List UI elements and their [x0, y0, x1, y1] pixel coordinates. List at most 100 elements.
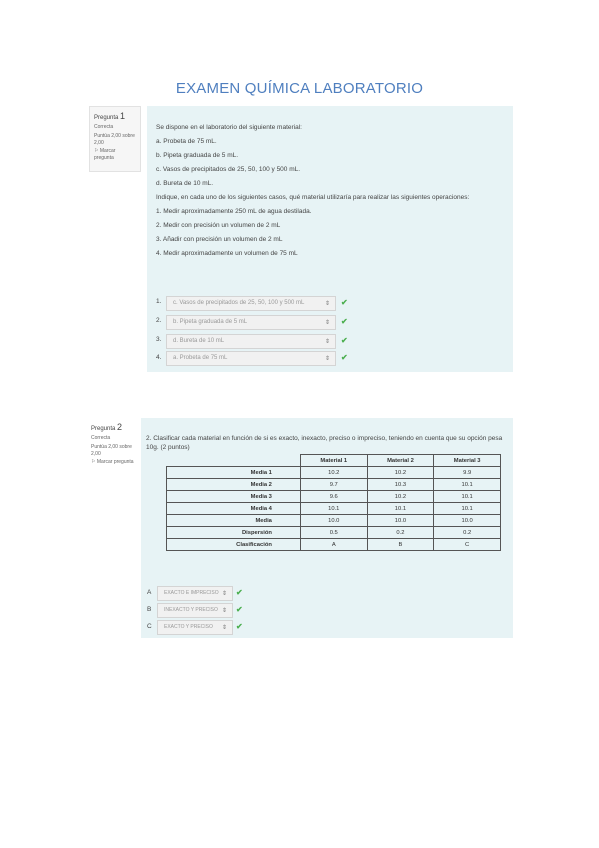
table-cell: A: [299, 538, 368, 551]
row-label: Dispersión: [166, 526, 301, 539]
table-header-cell: [166, 454, 301, 467]
q1-text-line: a. Probeta de 75 mL.: [156, 138, 217, 145]
table-row: Media 10.0 10.0 10.0: [166, 514, 501, 527]
chevron-updown-icon: ⇕: [324, 356, 330, 362]
question-label: Pregunta: [94, 115, 119, 121]
check-icon: ✔: [236, 605, 243, 614]
table-row: Media 1 10.2 10.2 9.9: [166, 466, 501, 479]
answer-select-value: c. Vasos de precipitados de 25, 50, 100 …: [173, 300, 305, 306]
table-cell: 10.1: [366, 502, 435, 515]
answer-select-value: EXACTO E IMPRECISO: [164, 590, 219, 596]
q1-text-line: c. Vasos de precipitados de 25, 50, 100 …: [156, 166, 301, 173]
flag-question-link[interactable]: ⚐ Marcar pregunta: [94, 148, 136, 162]
table-header-cell: Material 1: [299, 454, 368, 467]
table-cell: C: [433, 538, 501, 551]
answer-select[interactable]: EXACTO Y PRECISO ⇕: [157, 620, 233, 635]
question-1-number: Pregunta 1: [94, 110, 136, 122]
answer-letter: A: [147, 589, 152, 596]
answer-number: 3.: [156, 336, 162, 343]
table-cell: 10.2: [299, 466, 368, 479]
chevron-updown-icon: ⇕: [221, 591, 227, 597]
table-cell: 10.0: [366, 514, 435, 527]
question-2-number: Pregunta 2: [91, 421, 135, 433]
answer-select[interactable]: d. Bureta de 10 mL ⇕: [166, 334, 336, 349]
answer-select-value: EXACTO Y PRECISO: [164, 624, 213, 630]
q1-text-line: 1. Medir aproximadamente 250 mL de agua …: [156, 208, 312, 215]
answer-number: 4.: [156, 354, 162, 361]
answer-select[interactable]: a. Probeta de 75 mL ⇕: [166, 351, 336, 366]
table-cell: 10.1: [433, 478, 501, 491]
q1-text-line: Indique, en cada uno de los siguientes c…: [156, 194, 470, 201]
answer-select-value: d. Bureta de 10 mL: [173, 338, 225, 344]
table-cell: 10.0: [299, 514, 368, 527]
table-cell: 10.0: [433, 514, 501, 527]
flag-icon: ⚐: [94, 148, 99, 155]
question-label: Pregunta: [91, 426, 116, 432]
table-header-cell: Material 3: [433, 454, 501, 467]
flag-label: Marcar pregunta: [96, 459, 134, 466]
table-cell: 0.2: [366, 526, 435, 539]
question-2-info: Pregunta 2 Correcta Puntúa 2,00 sobre 2,…: [87, 418, 139, 478]
row-label: Media 3: [166, 490, 301, 503]
chevron-updown-icon: ⇕: [324, 320, 330, 326]
question-score: Puntúa 2,00 sobre 2,00: [94, 132, 135, 146]
question-num: 1: [120, 111, 126, 121]
answer-select-value: b. Pipeta graduada de 5 mL: [173, 319, 248, 325]
q1-text-line: d. Bureta de 10 mL.: [156, 180, 214, 187]
q1-text-line: 2. Medir con precisión un volumen de 2 m…: [156, 222, 281, 229]
chevron-updown-icon: ⇕: [324, 339, 330, 345]
question-num: 2: [117, 422, 123, 432]
table-cell: 10.3: [366, 478, 435, 491]
row-label: Media 4: [166, 502, 301, 515]
answer-number: 1.: [156, 298, 162, 305]
row-label: Clasificación: [166, 538, 301, 551]
table-cell: 9.9: [433, 466, 501, 479]
flag-icon: ⚐: [91, 459, 96, 466]
question-state: Correcta: [94, 124, 114, 131]
check-icon: ✔: [341, 336, 348, 345]
answer-select[interactable]: EXACTO E IMPRECISO ⇕: [157, 586, 233, 601]
answer-select-value: a. Probeta de 75 mL: [173, 355, 228, 361]
table-cell: 9.7: [299, 478, 368, 491]
table-cell: 10.2: [366, 466, 435, 479]
table-cell: 0.5: [299, 526, 368, 539]
question-score: Puntúa 2,00 sobre 2,00: [91, 443, 132, 457]
answer-letter: B: [147, 606, 152, 613]
table-cell: 10.1: [433, 502, 501, 515]
check-icon: ✔: [341, 317, 348, 326]
check-icon: ✔: [341, 353, 348, 362]
table-cell: 10.1: [299, 502, 368, 515]
check-icon: ✔: [236, 622, 243, 631]
check-icon: ✔: [341, 298, 348, 307]
row-label: Media 1: [166, 466, 301, 479]
table-header-cell: Material 2: [366, 454, 435, 467]
answer-select[interactable]: b. Pipeta graduada de 5 mL ⇕: [166, 315, 336, 330]
q1-text-line: Se dispone en el laboratorio del siguien…: [156, 124, 302, 131]
answer-select-value: INEXACTO Y PRECISO: [164, 607, 218, 613]
table-cell: 9.6: [299, 490, 368, 503]
flag-label: Marcar pregunta: [94, 148, 116, 162]
table-cell: B: [366, 538, 435, 551]
q1-text-line: 4. Medir aproximadamente un volumen de 7…: [156, 250, 298, 257]
check-icon: ✔: [236, 588, 243, 597]
chevron-updown-icon: ⇕: [221, 625, 227, 631]
table-cell: 0.2: [433, 526, 501, 539]
q1-text-line: b. Pipeta graduada de 5 mL.: [156, 152, 239, 159]
table-row: Media 3 9.6 10.2 10.1: [166, 490, 501, 503]
chevron-updown-icon: ⇕: [221, 608, 227, 614]
row-label: Media: [166, 514, 301, 527]
answer-number: 2.: [156, 317, 162, 324]
question-state: Correcta: [91, 435, 111, 442]
answer-select[interactable]: INEXACTO Y PRECISO ⇕: [157, 603, 233, 618]
materials-table: Material 1 Material 2 Material 3 Media 1…: [166, 454, 501, 551]
table-row: Clasificación A B C: [166, 538, 501, 551]
answer-select[interactable]: c. Vasos de precipitados de 25, 50, 100 …: [166, 296, 336, 311]
chevron-updown-icon: ⇕: [324, 301, 330, 307]
flag-question-link[interactable]: ⚐ Marcar pregunta: [91, 459, 135, 466]
table-row: Media 2 9.7 10.3 10.1: [166, 478, 501, 491]
page-title: EXAMEN QUÍMICA LABORATORIO: [175, 80, 424, 97]
answer-letter: C: [147, 623, 152, 630]
table-cell: 10.2: [366, 490, 435, 503]
table-cell: 10.1: [433, 490, 501, 503]
question-1-info: Pregunta 1 Correcta Puntúa 2,00 sobre 2,…: [89, 106, 141, 172]
